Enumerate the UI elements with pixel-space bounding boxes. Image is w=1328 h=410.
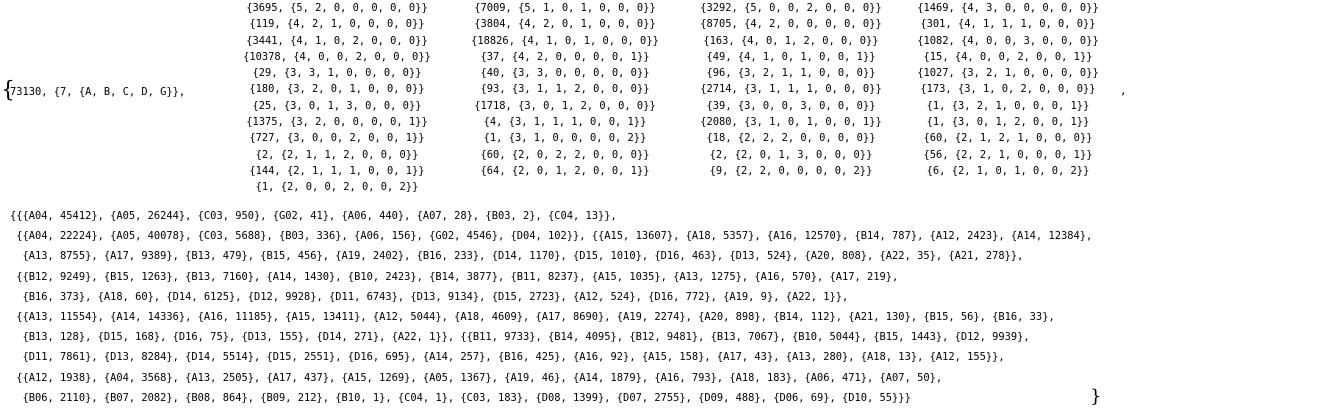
matrix-cell: {1082, {4, 0, 0, 3, 0, 0, 0}}	[917, 34, 1099, 47]
matrix-cell: {10378, {4, 0, 0, 2, 0, 0, 0}}	[243, 50, 431, 63]
matrix-cell: {1027, {3, 2, 1, 0, 0, 0, 0}}	[917, 67, 1099, 80]
matrix-cell: {15, {4, 0, 0, 2, 0, 0, 1}}	[923, 50, 1093, 63]
matrix-cell: {1469, {4, 3, 0, 0, 0, 0, 0}}	[917, 2, 1099, 14]
matrix-cell: {2714, {3, 1, 1, 1, 0, 0, 0}}	[700, 83, 882, 96]
matrix-cell: {2, {2, 0, 1, 3, 0, 0, 0}}	[709, 148, 873, 161]
matrix-cell: {60, {2, 0, 2, 2, 0, 0, 0}}	[480, 148, 650, 161]
expression-line: {B16, 373}, {A18, 60}, {D14, 6125}, {D12…	[10, 290, 849, 303]
matrix-cell: {301, {4, 1, 1, 1, 0, 0, 0}}	[920, 18, 1096, 31]
matrix-cell: {37, {4, 2, 0, 0, 0, 0, 1}}	[480, 50, 650, 63]
expression-line: {{A04, 22224}, {A05, 40078}, {C03, 5688}…	[10, 230, 1093, 243]
separator-comma: ,	[1120, 84, 1127, 97]
matrix-column-4: {1469, {4, 3, 0, 0, 0, 0, 0}} {301, {4, 1…	[902, 0, 1114, 179]
matrix-cell: {96, {3, 2, 1, 1, 0, 0, 0}}	[706, 67, 876, 80]
matrix-cell: {4, {3, 1, 1, 1, 0, 0, 1}}	[483, 116, 647, 129]
matrix-cell: {93, {3, 1, 1, 2, 0, 0, 0}}	[480, 83, 650, 96]
matrix-column-1: {3695, {5, 2, 0, 0, 0, 0, 0}} {119, {4, 2…	[228, 0, 446, 196]
matrix-cell: {2, {2, 1, 1, 2, 0, 0, 0}}	[255, 148, 419, 161]
matrix-cell: {3441, {4, 1, 0, 2, 0, 0, 0}}	[246, 34, 428, 47]
matrix-cell: {119, {4, 2, 1, 0, 0, 0, 0}}	[249, 18, 425, 31]
expression-line: {{{A04, 45412}, {A05, 26244}, {C03, 950}…	[10, 210, 617, 222]
matrix-cell: {3292, {5, 0, 0, 2, 0, 0, 0}}	[700, 2, 882, 14]
matrix-cell: {2080, {3, 1, 0, 1, 0, 0, 1}}	[700, 116, 882, 129]
matrix-cell: {7009, {5, 1, 0, 1, 0, 0, 0}}	[474, 2, 656, 14]
matrix-cell: {1, {2, 0, 0, 2, 0, 0, 2}}	[255, 181, 419, 194]
matrix-cell: {144, {2, 1, 1, 1, 0, 0, 1}}	[249, 164, 425, 177]
matrix-cell: {60, {2, 1, 2, 1, 0, 0, 0}}	[923, 132, 1093, 145]
matrix-cell: {18, {2, 2, 2, 0, 0, 0, 0}}	[706, 132, 876, 145]
matrix-cell: {1375, {3, 2, 0, 0, 0, 0, 1}}	[246, 116, 428, 129]
matrix-cell: {3804, {4, 2, 0, 1, 0, 0, 0}}	[474, 18, 656, 31]
expression-line: {{B12, 9249}, {B15, 1263}, {B13, 7160}, …	[10, 270, 899, 283]
expression-line: {B13, 128}, {D15, 168}, {D16, 75}, {D13,…	[10, 331, 1030, 344]
matrix-cell: {18826, {4, 1, 0, 1, 0, 0, 0}}	[471, 34, 659, 47]
matrix-cell: {163, {4, 0, 1, 2, 0, 0, 0}}	[703, 34, 879, 47]
matrix-cell: {6, {2, 1, 0, 1, 0, 0, 2}}	[926, 164, 1090, 177]
matrix-cell: {56, {2, 2, 1, 0, 0, 0, 1}}	[923, 148, 1093, 161]
matrix-cell: {40, {3, 3, 0, 0, 0, 0, 0}}	[480, 67, 650, 80]
matrix-cell: {49, {4, 1, 0, 1, 0, 0, 1}}	[706, 50, 876, 63]
outer-close-brace: }	[1090, 386, 1102, 407]
expression-line: {D11, 7861}, {D13, 8284}, {D14, 5514}, {…	[10, 351, 1005, 364]
matrix-cell: {39, {3, 0, 0, 3, 0, 0, 0}}	[706, 99, 876, 112]
matrix-cell: {1, {3, 2, 1, 0, 0, 0, 1}}	[926, 99, 1090, 112]
expression-line: {{A13, 11554}, {A14, 14336}, {A16, 11185…	[10, 311, 1055, 324]
matrix-cell: {29, {3, 3, 1, 0, 0, 0, 0}}	[252, 67, 422, 80]
matrix-column-2: {7009, {5, 1, 0, 1, 0, 0, 0}} {3804, {4, …	[454, 0, 676, 179]
matrix-cell: {1718, {3, 0, 1, 2, 0, 0, 0}}	[474, 99, 656, 112]
matrix-cell: {173, {3, 1, 0, 2, 0, 0, 0}}	[920, 83, 1096, 96]
matrix-cell: {3695, {5, 2, 0, 0, 0, 0, 0}}	[246, 2, 428, 14]
expression-output: { 73130, {7, {A, B, C, D, G}}, {3695, {5…	[0, 0, 1328, 410]
matrix-cell: {64, {2, 0, 1, 2, 0, 0, 1}}	[480, 164, 650, 177]
expression-line: {B06, 2110}, {B07, 2082}, {B08, 864}, {B…	[10, 391, 911, 404]
matrix-cell: {180, {3, 2, 0, 1, 0, 0, 0}}	[249, 83, 425, 96]
matrix-cell: {1, {3, 1, 0, 0, 0, 0, 2}}	[483, 132, 647, 145]
matrix-column-3: {3292, {5, 0, 0, 2, 0, 0, 0}} {8705, {4, …	[680, 0, 902, 179]
matrix-cell: {727, {3, 0, 0, 2, 0, 0, 1}}	[249, 132, 425, 145]
expression-line: {A13, 8755}, {A17, 9389}, {B13, 479}, {B…	[10, 250, 1024, 263]
expression-line: {{A12, 1938}, {A04, 3568}, {A13, 2505}, …	[10, 371, 943, 384]
matrix-cell: {8705, {4, 2, 0, 0, 0, 0, 0}}	[700, 18, 882, 31]
expression-prefix: 73130, {7, {A, B, C, D, G}},	[10, 86, 186, 98]
matrix-cell: {9, {2, 2, 0, 0, 0, 0, 2}}	[709, 164, 873, 177]
matrix-cell: {25, {3, 0, 1, 3, 0, 0, 0}}	[252, 99, 422, 112]
expression-lines: {{{A04, 45412}, {A05, 26244}, {C03, 950}…	[10, 206, 1092, 408]
matrix-cell: {1, {3, 0, 1, 2, 0, 0, 1}}	[926, 116, 1090, 129]
